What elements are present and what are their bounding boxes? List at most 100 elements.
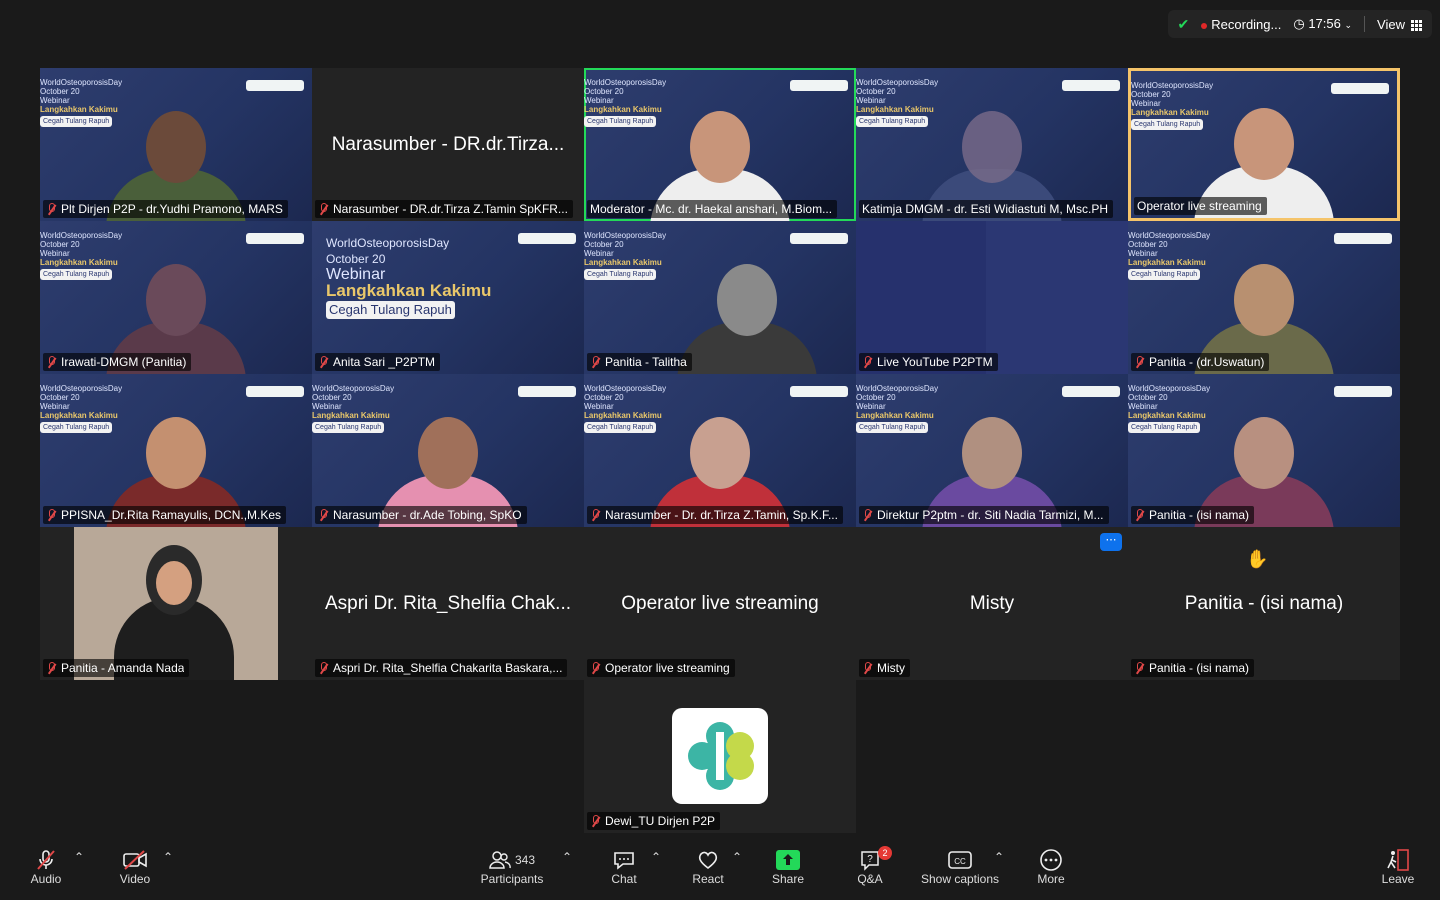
clock-icon: ◷ bbox=[1293, 16, 1305, 31]
kemenkes-logo bbox=[1331, 83, 1389, 94]
participant-name-label: Anita Sari _P2PTM bbox=[315, 353, 441, 371]
participant-tile-pinned[interactable]: WorldOsteoporosisDay October 20 Webinar Lan… bbox=[1128, 68, 1400, 221]
participant-name-label: Panitia - Amanda Nada bbox=[43, 659, 190, 677]
participant-name-label: Panitia - (dr.Uswatun) bbox=[1131, 353, 1270, 371]
meeting-toolbar: Audio ⌃ Video ⌃ 343 Participants ⌃ Chat … bbox=[0, 834, 1440, 900]
kemenkes-logo bbox=[518, 386, 576, 397]
participant-tile[interactable]: Aspri Dr. Rita_Shelfia Chak... Aspri Dr.… bbox=[312, 527, 584, 680]
participant-tile[interactable]: WorldOsteoporosisDay October 20 Webinar Lan… bbox=[584, 221, 856, 374]
more-button[interactable]: More bbox=[1031, 848, 1071, 886]
participant-name-label: PPISNA_Dr.Rita Ramayulis, DCN.,M.Kes bbox=[43, 506, 287, 524]
kemenkes-logo bbox=[790, 386, 848, 397]
closed-captions-icon: CC bbox=[918, 848, 1002, 872]
muted-mic-icon bbox=[590, 509, 600, 521]
audio-button[interactable]: Audio bbox=[26, 848, 66, 886]
muted-mic-icon bbox=[46, 662, 56, 674]
kemenkes-logo bbox=[246, 386, 304, 397]
leave-door-icon bbox=[1378, 848, 1418, 872]
kemenkes-logo bbox=[518, 233, 576, 244]
svg-text:?: ? bbox=[867, 854, 873, 865]
meeting-timer[interactable]: ◷ 17:56 ⌄ bbox=[1293, 16, 1352, 32]
participant-tile[interactable]: Narasumber - DR.dr.Tirza... Narasumber -… bbox=[312, 68, 584, 221]
shield-icon: ✔ bbox=[1177, 15, 1190, 32]
recording-dot-icon bbox=[1201, 22, 1208, 29]
participant-tile[interactable]: WorldOsteoporosisDay October 20 Webinar Lan… bbox=[312, 374, 584, 527]
muted-mic-icon bbox=[46, 509, 56, 521]
video-button[interactable]: Video bbox=[115, 848, 155, 886]
participant-tile[interactable]: WorldOsteoporosisDay October 20 Webinar Lan… bbox=[584, 374, 856, 527]
participant-display-name: Panitia - (isi nama) bbox=[1184, 592, 1344, 614]
chat-options-caret[interactable]: ⌃ bbox=[651, 850, 661, 864]
muted-mic-icon bbox=[862, 509, 872, 521]
youtube-poster bbox=[856, 221, 986, 374]
clap-reaction-icon: ✋ bbox=[1246, 549, 1269, 569]
participant-tile[interactable]: Misty ⋯ Misty bbox=[856, 527, 1128, 680]
chevron-down-icon: ⌄ bbox=[1344, 20, 1353, 30]
participant-tile-active-speaker[interactable]: WorldOsteoporosisDay October 20 Webinar Lan… bbox=[584, 68, 856, 221]
kemenkes-logo bbox=[246, 80, 304, 91]
divider bbox=[1364, 16, 1366, 32]
participant-display-name: Misty bbox=[969, 592, 1015, 614]
participant-video bbox=[672, 244, 822, 374]
participant-tile[interactable]: Panitia - Amanda Nada bbox=[40, 527, 312, 680]
participant-name-label: Misty bbox=[859, 659, 910, 677]
view-button[interactable]: View bbox=[1377, 17, 1422, 32]
participant-tile[interactable]: WorldOsteoporosisDay October 20 Webinar Lan… bbox=[856, 374, 1128, 527]
react-options-caret[interactable]: ⌃ bbox=[732, 850, 742, 864]
participant-display-name: Narasumber - DR.dr.Tirza... bbox=[331, 133, 565, 155]
recording-indicator[interactable]: Recording... bbox=[1201, 17, 1281, 32]
participants-button[interactable]: 343 Participants bbox=[476, 848, 548, 886]
participant-name-label: Direktur P2ptm - dr. Siti Nadia Tarmizi,… bbox=[859, 506, 1109, 524]
participant-name-label: Narasumber - dr.Ade Tobing, SpKO bbox=[315, 506, 527, 524]
participant-tile[interactable]: Operator live streaming Operator live st… bbox=[584, 527, 856, 680]
muted-mic-icon bbox=[1134, 509, 1144, 521]
participant-tile[interactable]: WorldOsteoporosisDay October 20 Webinar Lan… bbox=[856, 68, 1128, 221]
webinar-banner: WorldOsteoporosisDay October 20 Webinar Lan… bbox=[584, 231, 667, 280]
kemenkes-logo bbox=[790, 233, 848, 244]
participant-tile[interactable]: WorldOsteoporosisDay October 20 Webinar Lan… bbox=[312, 221, 584, 374]
kemenkes-logo bbox=[1062, 80, 1120, 91]
participants-icon: 343 bbox=[476, 848, 548, 872]
muted-mic-icon bbox=[318, 356, 328, 368]
participant-name-label: Operator live streaming bbox=[587, 659, 735, 677]
participant-tile[interactable]: WorldOsteoporosisDay October 20 Webinar Lan… bbox=[40, 68, 312, 221]
gallery-view-icon bbox=[1411, 19, 1422, 31]
qa-icon: ? 2 bbox=[850, 846, 892, 872]
participant-name-label: Panitia - Talitha bbox=[587, 353, 692, 371]
share-button[interactable]: Share bbox=[768, 848, 808, 886]
meeting-status-bar: ✔ Recording... ◷ 17:56 ⌄ View bbox=[1167, 10, 1432, 38]
kemenkes-logo bbox=[1334, 233, 1392, 244]
participant-name-label: Panitia - (isi nama) bbox=[1131, 659, 1255, 677]
participant-display-name: Operator live streaming bbox=[621, 592, 819, 614]
muted-mic-icon bbox=[46, 203, 56, 215]
captions-options-caret[interactable]: ⌃ bbox=[994, 850, 1004, 864]
audio-options-caret[interactable]: ⌃ bbox=[74, 850, 84, 864]
participant-tile[interactable]: WorldOsteoporosisDay October 20 Webinar Lan… bbox=[1128, 221, 1400, 374]
participant-tile[interactable]: Live YouTube P2PTM bbox=[856, 221, 1128, 374]
participant-name-label: Operator live streaming bbox=[1134, 197, 1267, 215]
leave-button[interactable]: Leave bbox=[1378, 848, 1418, 886]
show-captions-button[interactable]: CC Show captions bbox=[918, 848, 1002, 886]
participant-tile[interactable]: WorldOsteoporosisDay October 20 Webinar Lan… bbox=[1128, 374, 1400, 527]
participant-name-label: Panitia - (isi nama) bbox=[1131, 506, 1255, 524]
participant-tile[interactable]: WorldOsteoporosisDay October 20 Webinar Lan… bbox=[40, 374, 312, 527]
kemenkes-logo-icon bbox=[688, 722, 754, 790]
participant-tile[interactable]: Dewi_TU Dirjen P2P bbox=[584, 680, 856, 833]
more-icon bbox=[1031, 848, 1071, 872]
qa-button[interactable]: ? 2 Q&A bbox=[850, 846, 892, 886]
participant-name-label: Aspri Dr. Rita_Shelfia Chakarita Baskara… bbox=[315, 659, 568, 677]
more-options-button[interactable]: ⋯ bbox=[1100, 533, 1122, 551]
participants-options-caret[interactable]: ⌃ bbox=[562, 850, 572, 864]
participant-tile[interactable]: WorldOsteoporosisDay October 20 Webinar Lan… bbox=[40, 221, 312, 374]
kemenkes-logo bbox=[1062, 386, 1120, 397]
participants-count: 343 bbox=[514, 853, 536, 867]
participant-name-label: Live YouTube P2PTM bbox=[859, 353, 998, 371]
video-off-icon bbox=[115, 848, 155, 872]
chat-icon bbox=[604, 848, 644, 872]
participant-tile[interactable]: ✋ Panitia - (isi nama) Panitia - (isi na… bbox=[1128, 527, 1400, 680]
react-button[interactable]: React bbox=[688, 848, 728, 886]
kemenkes-logo bbox=[246, 233, 304, 244]
chat-button[interactable]: Chat bbox=[604, 848, 644, 886]
video-options-caret[interactable]: ⌃ bbox=[163, 850, 173, 864]
kemenkes-avatar bbox=[672, 708, 768, 804]
